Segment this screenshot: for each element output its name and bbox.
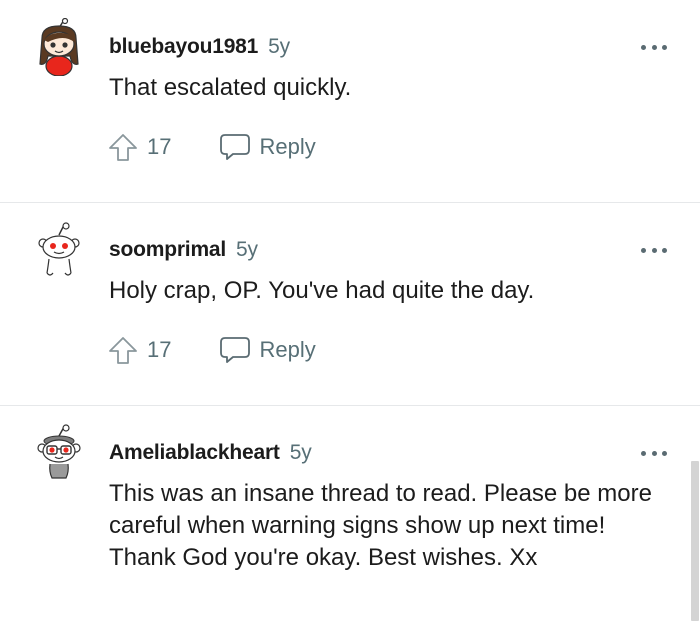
more-options-icon[interactable]	[641, 42, 667, 52]
user-avatar[interactable]	[34, 221, 84, 276]
upvote-count: 17	[147, 134, 172, 159]
snoo-default-icon	[38, 222, 80, 276]
comment-username[interactable]: bluebayou1981 5y	[109, 35, 290, 59]
comment-age: 5y	[289, 441, 312, 464]
upvote-count: 17	[147, 337, 172, 362]
upvote-button[interactable]: 17	[107, 131, 171, 163]
username-text[interactable]: soomprimal	[109, 238, 226, 261]
reply-label: Reply	[259, 134, 316, 159]
comment-username[interactable]: soomprimal 5y	[109, 238, 258, 262]
comment-body: Holy crap, OP. You've had quite the day.	[109, 277, 535, 304]
more-options-icon[interactable]	[641, 245, 667, 255]
scrollbar[interactable]	[691, 461, 699, 621]
reply-button[interactable]: Reply	[219, 335, 316, 365]
username-text[interactable]: Ameliablackheart	[109, 441, 280, 464]
reply-bubble-icon	[220, 337, 251, 363]
comment-age: 5y	[268, 35, 290, 58]
comment-actions: 17 Reply	[107, 333, 316, 367]
comment-1: bluebayou1981 5y That escalated quickly. …	[0, 0, 700, 202]
comment-actions: 17 Reply	[107, 130, 316, 164]
comment-body: This was an insane thread to read. Pleas…	[109, 480, 652, 571]
upvote-arrow-icon	[109, 337, 137, 364]
reply-bubble-icon	[220, 134, 251, 160]
comment-2: soomprimal 5y Holy crap, OP. You've had q…	[0, 203, 700, 405]
upvote-button[interactable]: 17	[107, 334, 171, 366]
comment-3: Ameliablackheart 5y This was an insane th…	[0, 406, 700, 629]
comment-thread: bluebayou1981 5y That escalated quickly. …	[0, 0, 700, 629]
snoo-brown-hair-icon	[39, 18, 79, 76]
reply-label: Reply	[259, 337, 316, 362]
reply-button[interactable]: Reply	[219, 132, 316, 162]
user-avatar[interactable]	[34, 424, 84, 479]
upvote-arrow-icon	[109, 134, 137, 161]
comment-username[interactable]: Ameliablackheart 5y	[109, 441, 312, 465]
comment-body: That escalated quickly.	[109, 74, 352, 101]
more-options-icon[interactable]	[641, 448, 667, 458]
user-avatar[interactable]	[34, 18, 84, 76]
comment-age: 5y	[236, 238, 258, 261]
username-text[interactable]: bluebayou1981	[109, 35, 258, 58]
snoo-glasses-icon	[37, 424, 81, 479]
